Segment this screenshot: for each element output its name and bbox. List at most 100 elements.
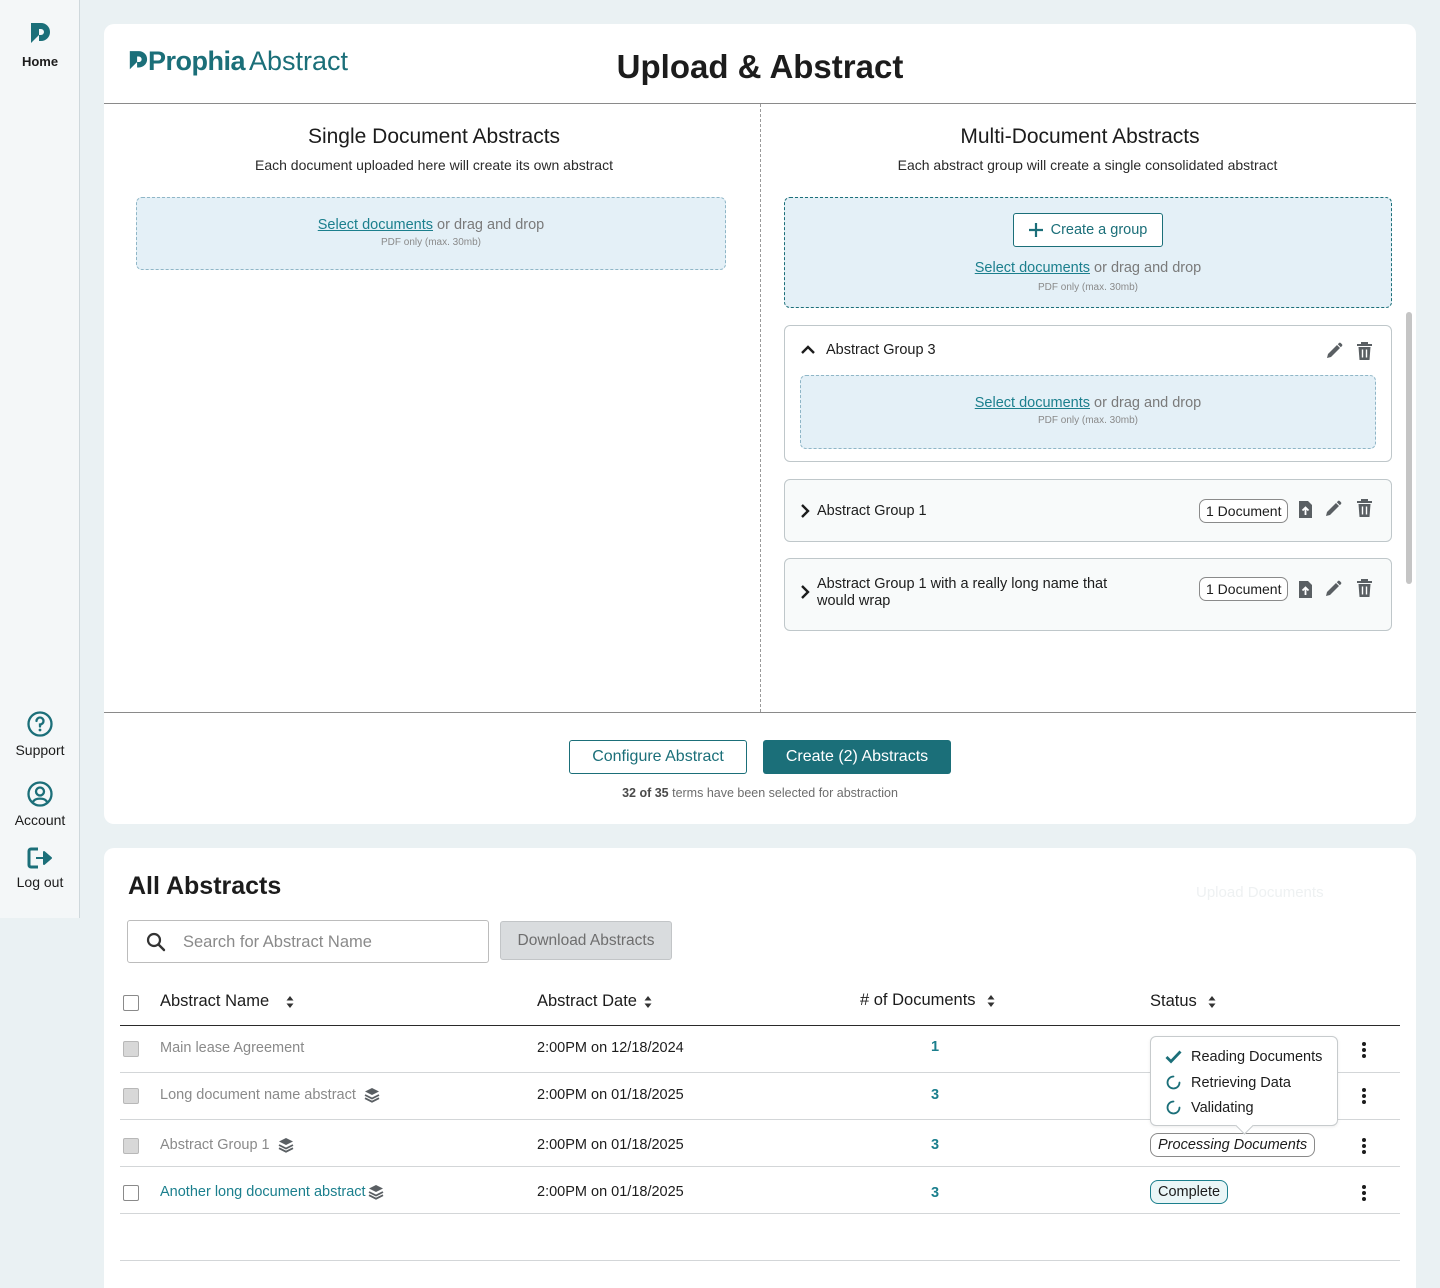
pencil-icon[interactable] [1325, 342, 1343, 360]
footer-divider [104, 712, 1416, 713]
single-select-documents-link[interactable]: Select documents [318, 217, 433, 233]
layers-icon [364, 1088, 380, 1103]
abstract-name-cell: Long document name abstract [160, 1087, 380, 1103]
group-drag-text: or drag and drop [1090, 395, 1202, 411]
search-field[interactable] [127, 920, 489, 963]
column-header-status[interactable]: Status [1150, 992, 1219, 1011]
pencil-icon[interactable] [1324, 580, 1342, 598]
row-divider [120, 1213, 1400, 1214]
row-checkbox[interactable] [123, 1185, 139, 1201]
terms-selected-text: terms have been selected for abstraction [668, 786, 898, 800]
group-name: Abstract Group 1 [817, 503, 927, 519]
progress-step: Retrieving Data [1165, 1074, 1291, 1091]
help-circle-icon [27, 711, 53, 737]
trash-icon[interactable] [1356, 579, 1373, 598]
abstract-name: Abstract Group 1 [160, 1137, 270, 1153]
column-header-documents[interactable]: # of Documents [860, 991, 998, 1010]
column-header-name[interactable]: Abstract Name [160, 992, 297, 1011]
abstract-name-cell[interactable]: Another long document abstract [160, 1184, 384, 1200]
status-badge[interactable]: Processing Documents [1150, 1133, 1316, 1157]
sidebar: Home Support Account Log out [0, 0, 80, 918]
row-checkbox[interactable] [123, 1041, 139, 1057]
more-options-icon[interactable] [1361, 1041, 1367, 1059]
group-name: Abstract Group 1 with a really long name… [817, 576, 1108, 609]
search-input[interactable] [183, 929, 473, 955]
sidebar-label-account: Account [14, 812, 66, 828]
sidebar-label-logout: Log out [16, 874, 64, 890]
multi-section-title: Multi-Document Abstracts [960, 125, 1200, 148]
chevron-right-icon[interactable] [800, 503, 810, 519]
column-header-label: Abstract Date [537, 992, 637, 1010]
column-header-label: Status [1150, 992, 1197, 1010]
file-upload-icon[interactable] [1298, 500, 1313, 519]
abstract-group-panel[interactable]: Abstract Group 1 1 Document [784, 479, 1392, 542]
row-checkbox[interactable] [123, 1138, 139, 1154]
download-abstracts-button[interactable]: Download Abstracts [500, 921, 672, 960]
abstract-name: Main lease Agreement [160, 1040, 305, 1056]
document-count-badge: 1 Document [1199, 499, 1289, 523]
document-count[interactable]: 1 [931, 1039, 939, 1055]
progress-step-label: Reading Documents [1191, 1049, 1323, 1065]
status-badge[interactable]: Complete [1150, 1180, 1229, 1204]
trash-icon[interactable] [1356, 499, 1373, 518]
pencil-icon[interactable] [1324, 500, 1342, 518]
sort-icon [987, 994, 995, 1007]
document-count[interactable]: 3 [931, 1087, 939, 1103]
column-header-label: Abstract Name [160, 992, 270, 1010]
more-options-icon[interactable] [1361, 1087, 1367, 1105]
configure-abstract-button[interactable]: Configure Abstract [569, 740, 747, 774]
abstract-date: 2:00PM on 01/18/2025 [537, 1184, 684, 1200]
scrollbar[interactable] [1406, 312, 1412, 584]
progress-step: Validating [1165, 1099, 1254, 1116]
row-checkbox[interactable] [123, 1088, 139, 1104]
single-dropzone[interactable]: Select documents or drag and drop PDF on… [136, 197, 726, 270]
sort-icon [644, 995, 652, 1008]
layers-icon [278, 1138, 294, 1153]
chevron-right-icon[interactable] [800, 584, 810, 600]
loading-spinner-icon [1166, 1100, 1181, 1115]
abstract-group-panel[interactable]: Abstract Group 1 with a really long name… [784, 558, 1392, 631]
upload-card: Prophia Abstract Upload & Abstract Singl… [104, 24, 1416, 824]
create-group-button[interactable]: Create a group [1013, 213, 1163, 247]
document-count[interactable]: 3 [931, 1185, 939, 1201]
sidebar-item-account[interactable]: Account [0, 780, 80, 828]
single-drag-text: or drag and drop [433, 217, 545, 233]
user-circle-icon [27, 781, 53, 807]
terms-selected-note: 32 of 35 terms have been selected for ab… [104, 786, 1416, 800]
sidebar-item-logout[interactable]: Log out [0, 846, 80, 890]
multi-select-documents-link[interactable]: Select documents [975, 260, 1090, 276]
more-options-icon[interactable] [1361, 1137, 1367, 1155]
group-file-note: PDF only (max. 30mb) [1037, 415, 1139, 426]
layers-icon [368, 1185, 383, 1200]
row-divider [120, 1166, 1400, 1167]
abstract-name-link[interactable]: Another long document abstract [160, 1184, 366, 1200]
plus-icon [1028, 223, 1043, 237]
column-header-date[interactable]: Abstract Date [537, 992, 655, 1011]
sort-icon [1208, 995, 1216, 1008]
abstract-date: 2:00PM on 01/18/2025 [537, 1137, 684, 1153]
more-options-icon[interactable] [1361, 1184, 1367, 1202]
chevron-up-icon[interactable] [800, 345, 816, 355]
abstract-group-panel: Abstract Group 3 Select documents or dra… [784, 325, 1392, 462]
sidebar-item-support[interactable]: Support [0, 710, 80, 758]
abstract-name-cell: Abstract Group 1 [160, 1137, 294, 1153]
progress-step-label: Retrieving Data [1191, 1074, 1291, 1091]
abstracts-list-card: All Abstracts Upload Documents Download … [104, 848, 1416, 1288]
sidebar-item-home[interactable]: Home [0, 22, 80, 69]
progress-step: Reading Documents [1165, 1049, 1322, 1065]
column-divider [760, 104, 761, 712]
create-abstracts-button[interactable]: Create (2) Abstracts [763, 740, 951, 774]
document-count[interactable]: 3 [931, 1137, 939, 1153]
processing-status-tooltip: Reading Documents Retrieving Data Valida… [1150, 1036, 1338, 1126]
list-title: All Abstracts [128, 872, 282, 900]
page-title: Upload & Abstract [616, 48, 904, 85]
select-all-checkbox[interactable] [123, 995, 139, 1011]
multi-dropzone[interactable]: Create a group Select documents or drag … [784, 197, 1392, 308]
group-dropzone[interactable]: Select documents or drag and drop PDF on… [800, 375, 1376, 449]
single-section-subtitle: Each document uploaded here will create … [255, 157, 613, 173]
group-select-documents-link[interactable]: Select documents [975, 395, 1090, 411]
row-divider [120, 1260, 1400, 1261]
abstract-name: Long document name abstract [160, 1087, 356, 1103]
file-upload-icon[interactable] [1298, 580, 1313, 599]
trash-icon[interactable] [1356, 342, 1373, 361]
